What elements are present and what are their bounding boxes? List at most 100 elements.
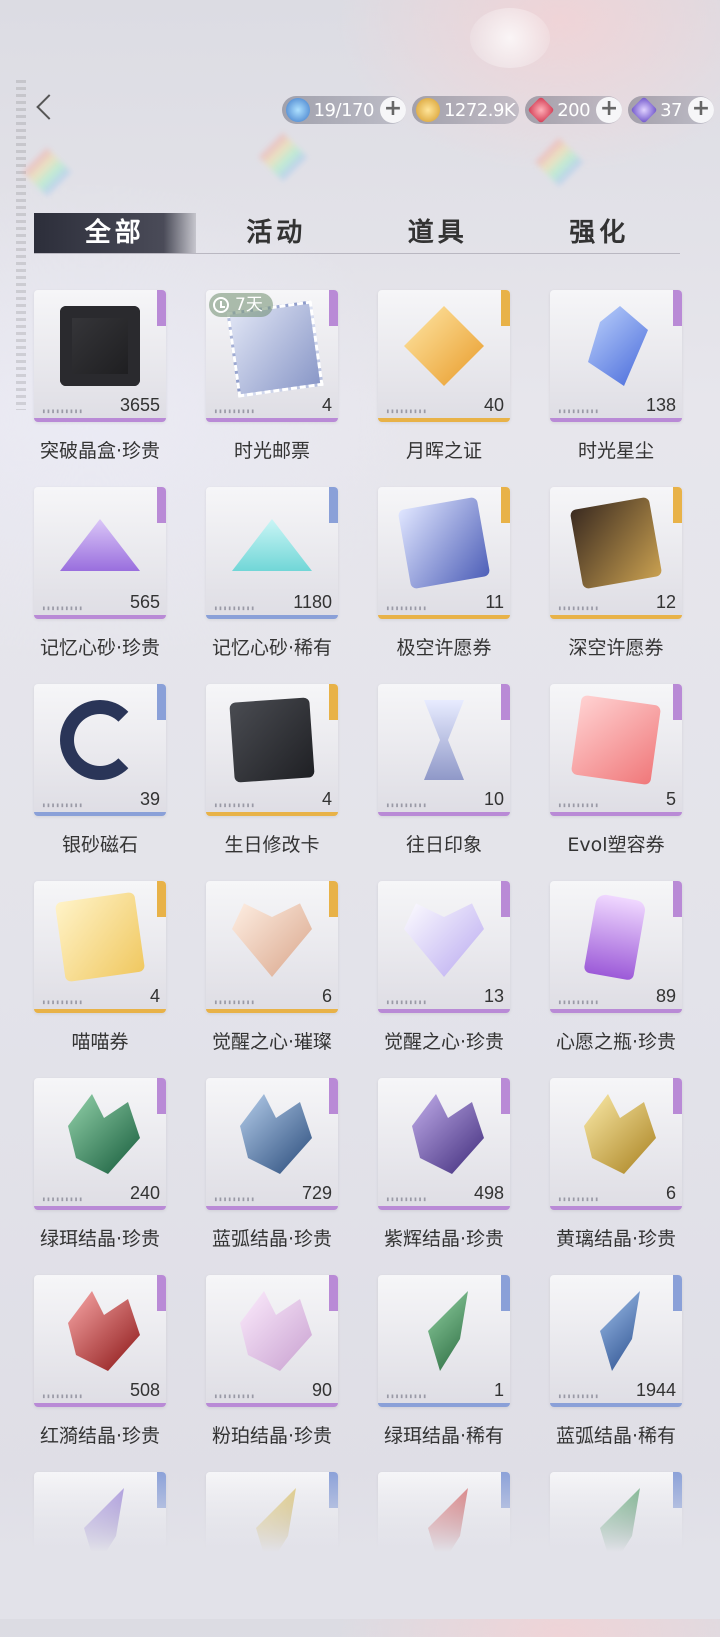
item-card: ▮▮▮▮▮▮▮▮▮ 508 — [34, 1275, 166, 1407]
inventory-item[interactable]: ▮▮▮▮▮▮▮▮▮ 6 觉醒之心·璀璨 — [206, 881, 338, 1053]
item-card: ▮▮▮▮▮▮▮▮▮ 1944 — [550, 1275, 682, 1407]
rarity-strip — [157, 1078, 166, 1114]
rarity-strip — [329, 290, 338, 326]
inventory-item[interactable]: ▮▮▮▮▮▮▮▮▮ 40 月晖之证 — [378, 290, 510, 462]
purple-diamond-icon — [630, 96, 658, 124]
item-card: ▮▮▮▮▮▮▮▮▮ 4 — [34, 881, 166, 1013]
rarity-underline — [206, 1206, 338, 1210]
back-button[interactable] — [30, 92, 60, 128]
inventory-item[interactable]: ▮▮▮▮▮▮▮▮▮ 729 蓝弧结晶·珍贵 — [206, 1078, 338, 1250]
inventory-item[interactable]: ▮▮▮▮▮▮▮▮▮ 1180 记忆心砂·稀有 — [206, 487, 338, 659]
tab-props[interactable]: 道具 — [357, 213, 519, 253]
item-card: ▮▮▮▮▮▮▮▮▮ 13 — [378, 881, 510, 1013]
card-serial-decoration: ▮▮▮▮▮▮▮▮▮ — [558, 1393, 600, 1400]
evol-ticket-icon — [570, 694, 662, 786]
inventory-item[interactable]: ▮▮▮▮▮▮▮▮▮ 240 绿珥结晶·珍贵 — [34, 1078, 166, 1250]
gold-heart-gem-icon — [232, 903, 312, 977]
tab-enhance[interactable]: 强化 — [519, 213, 681, 253]
card-serial-decoration: ▮▮▮▮▮▮▮▮▮ — [386, 605, 428, 612]
inventory-item[interactable]: ▮▮▮▮▮▮▮▮▮ 90 粉珀结晶·珍贵 — [206, 1275, 338, 1447]
card-serial-decoration: ▮▮▮▮▮▮▮▮▮ — [214, 408, 256, 415]
item-name: 绿珥结晶·珍贵 — [39, 1228, 161, 1250]
item-count: 6 — [665, 1183, 676, 1203]
sparkle-decoration — [470, 8, 550, 68]
inventory-item[interactable]: ▮▮▮▮▮▮▮▮▮ 4 生日修改卡 — [206, 684, 338, 856]
rarity-underline — [34, 615, 166, 619]
item-name: 生日修改卡 — [224, 834, 320, 856]
item-name: 觉醒之心·珍贵 — [383, 1031, 505, 1053]
item-count: 89 — [655, 986, 676, 1006]
rarity-underline — [378, 615, 510, 619]
item-card: ▮▮▮▮▮▮▮▮▮ 1 — [378, 1275, 510, 1407]
item-card: ▮▮▮▮▮▮▮▮▮ 6 — [550, 1078, 682, 1210]
purple-crystal-icon — [412, 1094, 484, 1174]
card-serial-decoration: ▮▮▮▮▮▮▮▮▮ — [558, 1196, 600, 1203]
item-card: ▮▮▮▮▮▮▮▮▮ 1180 — [206, 487, 338, 619]
item-count: 138 — [645, 395, 676, 415]
prism-light-decoration — [258, 132, 308, 182]
item-name: 喵喵券 — [71, 1031, 129, 1053]
inventory-item[interactable]: ▮▮▮▮▮▮▮▮▮ 508 红漪结晶·珍贵 — [34, 1275, 166, 1447]
item-card: ▮▮▮▮▮▮▮▮▮ 565 — [34, 487, 166, 619]
item-count: 11 — [485, 592, 504, 612]
item-name: 绿珥结晶·稀有 — [383, 1425, 505, 1447]
inventory-item[interactable]: ▮▮▮▮▮▮▮▮▮ 3655 突破晶盒·珍贵 — [34, 290, 166, 462]
card-serial-decoration: ▮▮▮▮▮▮▮▮▮ — [42, 802, 84, 809]
rarity-underline — [378, 418, 510, 422]
rarity-underline — [206, 812, 338, 816]
item-name: 时光星尘 — [577, 440, 654, 462]
rarity-strip — [329, 684, 338, 720]
inventory-item[interactable]: ▮▮▮▮▮▮▮▮▮ 565 记忆心砂·珍贵 — [34, 487, 166, 659]
gold-value: 1272.9K — [443, 99, 516, 121]
rarity-strip — [157, 290, 166, 326]
item-name: 觉醒之心·璀璨 — [211, 1031, 333, 1053]
inventory-item[interactable]: ▮▮▮▮▮▮▮▮▮ 10 往日印象 — [378, 684, 510, 856]
add-stamina-button[interactable]: + — [379, 97, 406, 123]
item-card: ▮▮▮▮▮▮▮▮▮ 4 7天 — [206, 290, 338, 422]
card-serial-decoration: ▮▮▮▮▮▮▮▮▮ — [214, 1393, 256, 1400]
inventory-item[interactable]: ▮▮▮▮▮▮▮▮▮ 4 喵喵券 — [34, 881, 166, 1053]
add-purple-diamond-button[interactable]: + — [688, 97, 714, 123]
inventory-item[interactable]: ▮▮▮▮▮▮▮▮▮ 4 7天 时光邮票 — [206, 290, 338, 462]
rarity-underline — [378, 812, 510, 816]
inventory-item[interactable]: ▮▮▮▮▮▮▮▮▮ 39 银砂磁石 — [34, 684, 166, 856]
purple-diamond-counter[interactable]: 37 + — [628, 96, 714, 124]
tab-activity[interactable]: 活动 — [196, 213, 358, 253]
inventory-item[interactable]: ▮▮▮▮▮▮▮▮▮ 13 觉醒之心·珍贵 — [378, 881, 510, 1053]
birthday-card-icon — [229, 697, 315, 783]
inventory-item[interactable]: ▮▮▮▮▮▮▮▮▮ 6 黄璃结晶·珍贵 — [550, 1078, 682, 1250]
inventory-item[interactable]: ▮▮▮▮▮▮▮▮▮ 12 深空许愿券 — [550, 487, 682, 659]
item-card: ▮▮▮▮▮▮▮▮▮ 240 — [34, 1078, 166, 1210]
gold-counter[interactable]: 1272.9K — [411, 96, 520, 124]
purple-heart-gem-icon — [404, 903, 484, 977]
red-diamond-counter[interactable]: 200 + — [525, 96, 623, 124]
time-limit-badge: 7天 — [209, 293, 273, 317]
rarity-underline — [550, 1403, 682, 1407]
rarity-strip — [329, 1078, 338, 1114]
small-blue-crystal-icon — [600, 1291, 640, 1371]
rarity-strip — [329, 487, 338, 523]
inventory-item[interactable]: ▮▮▮▮▮▮▮▮▮ 1 绿珥结晶·稀有 — [378, 1275, 510, 1447]
card-serial-decoration: ▮▮▮▮▮▮▮▮▮ — [42, 1393, 84, 1400]
add-red-diamond-button[interactable]: + — [596, 97, 623, 123]
rarity-underline — [550, 418, 682, 422]
inventory-item[interactable]: ▮▮▮▮▮▮▮▮▮ 138 时光星尘 — [550, 290, 682, 462]
stamina-counter[interactable]: 19/170 + — [281, 96, 406, 124]
rarity-strip — [501, 684, 510, 720]
card-serial-decoration: ▮▮▮▮▮▮▮▮▮ — [386, 1196, 428, 1203]
card-serial-decoration: ▮▮▮▮▮▮▮▮▮ — [386, 408, 428, 415]
tab-all[interactable]: 全部 — [34, 213, 196, 253]
card-serial-decoration: ▮▮▮▮▮▮▮▮▮ — [42, 1196, 84, 1203]
item-card: ▮▮▮▮▮▮▮▮▮ 10 — [378, 684, 510, 816]
inventory-item[interactable]: ▮▮▮▮▮▮▮▮▮ 5 Evol塑容券 — [550, 684, 682, 856]
item-card: ▮▮▮▮▮▮▮▮▮ 89 — [550, 881, 682, 1013]
inventory-item[interactable]: ▮▮▮▮▮▮▮▮▮ 498 紫辉结晶·珍贵 — [378, 1078, 510, 1250]
star-ticket-icon — [569, 496, 663, 590]
inventory-item[interactable]: ▮▮▮▮▮▮▮▮▮ 1944 蓝弧结晶·稀有 — [550, 1275, 682, 1447]
inventory-item[interactable]: ▮▮▮▮▮▮▮▮▮ 89 心愿之瓶·珍贵 — [550, 881, 682, 1053]
item-count: 6 — [321, 986, 332, 1006]
inventory-item[interactable]: ▮▮▮▮▮▮▮▮▮ 11 极空许愿券 — [378, 487, 510, 659]
rarity-strip — [673, 290, 682, 326]
card-serial-decoration: ▮▮▮▮▮▮▮▮▮ — [558, 408, 600, 415]
card-serial-decoration: ▮▮▮▮▮▮▮▮▮ — [214, 802, 256, 809]
